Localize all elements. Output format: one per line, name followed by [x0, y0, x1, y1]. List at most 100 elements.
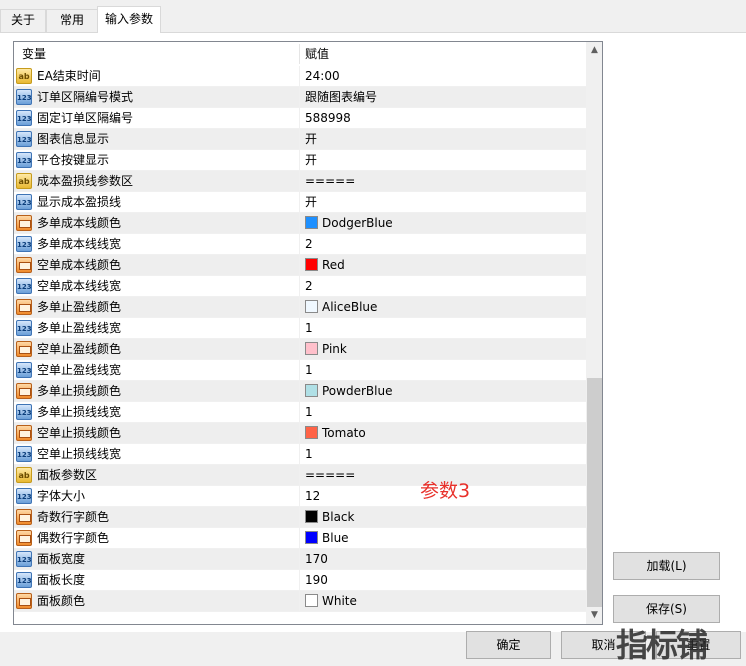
- ok-button[interactable]: 确定: [466, 631, 551, 659]
- value-cell[interactable]: Tomato: [305, 423, 366, 444]
- value-cell[interactable]: 开: [305, 150, 317, 171]
- color-swatch: [305, 384, 318, 397]
- value-cell[interactable]: AliceBlue: [305, 297, 377, 318]
- value-text: 170: [305, 552, 328, 566]
- table-row[interactable]: 123 多单止盈线线宽 1: [14, 318, 586, 339]
- value-cell[interactable]: 跟随图表编号: [305, 87, 377, 108]
- integer-type-icon: 123: [16, 131, 32, 147]
- scroll-thumb[interactable]: [587, 378, 602, 607]
- tab-common[interactable]: 常用: [46, 9, 98, 32]
- variable-cell: 偶数行字颜色: [14, 528, 300, 549]
- value-cell[interactable]: =====: [305, 465, 355, 486]
- value-cell[interactable]: =====: [305, 171, 355, 192]
- table-row[interactable]: 空单成本线颜色 Red: [14, 255, 586, 276]
- value-cell[interactable]: Black: [305, 507, 354, 528]
- save-button[interactable]: 保存(S): [613, 595, 720, 623]
- table-row[interactable]: 123 空单止盈线线宽 1: [14, 360, 586, 381]
- column-header-value[interactable]: 赋值: [305, 42, 329, 66]
- annotation-label: 参数3: [420, 480, 471, 502]
- table-row[interactable]: 123 显示成本盈损线 开: [14, 192, 586, 213]
- table-row[interactable]: 奇数行字颜色 Black: [14, 507, 586, 528]
- table-row[interactable]: 123 图表信息显示 开: [14, 129, 586, 150]
- variable-name: 固定订单区隔编号: [37, 111, 134, 125]
- column-separator: [299, 44, 300, 64]
- value-cell[interactable]: 24:00: [305, 66, 340, 87]
- value-text: 跟随图表编号: [305, 90, 378, 104]
- variable-cell: 123 多单止盈线线宽: [14, 318, 300, 339]
- value-cell[interactable]: 2: [305, 234, 313, 255]
- table-row[interactable]: ab 成本盈损线参数区 =====: [14, 171, 586, 192]
- table-row[interactable]: 空单止盈线颜色 Pink: [14, 339, 586, 360]
- table-row[interactable]: 123 多单止损线线宽 1: [14, 402, 586, 423]
- table-row[interactable]: 面板颜色 White: [14, 591, 586, 612]
- table-row[interactable]: 123 固定订单区隔编号 588998: [14, 108, 586, 129]
- value-cell[interactable]: 1: [305, 444, 313, 465]
- variable-cell: 奇数行字颜色: [14, 507, 300, 528]
- table-row[interactable]: 123 平仓按键显示 开: [14, 150, 586, 171]
- column-header-variable[interactable]: 变量: [22, 42, 46, 66]
- table-row[interactable]: 123 空单止损线线宽 1: [14, 444, 586, 465]
- table-row[interactable]: 123 面板宽度 170: [14, 549, 586, 570]
- value-cell[interactable]: 190: [305, 570, 328, 591]
- integer-type-icon: 123: [16, 488, 32, 504]
- variable-name: 显示成本盈损线: [37, 195, 122, 209]
- variable-cell: ab 成本盈损线参数区: [14, 171, 300, 192]
- integer-type-icon: 123: [16, 404, 32, 420]
- value-cell[interactable]: Red: [305, 255, 345, 276]
- value-cell[interactable]: PowderBlue: [305, 381, 392, 402]
- table-row[interactable]: 空单止损线颜色 Tomato: [14, 423, 586, 444]
- string-type-icon: ab: [16, 467, 32, 483]
- table-row[interactable]: 多单止盈线颜色 AliceBlue: [14, 297, 586, 318]
- value-cell[interactable]: 12: [305, 486, 320, 507]
- value-cell[interactable]: White: [305, 591, 357, 612]
- table-row[interactable]: 123 空单成本线线宽 2: [14, 276, 586, 297]
- variable-name: 字体大小: [37, 489, 86, 503]
- value-cell[interactable]: 1: [305, 360, 313, 381]
- scroll-up-arrow-icon[interactable]: ▲: [586, 42, 602, 59]
- variable-cell: 123 平仓按键显示: [14, 150, 300, 171]
- table-row[interactable]: 123 字体大小 12: [14, 486, 586, 507]
- variable-cell: 123 图表信息显示: [14, 129, 300, 150]
- color-type-icon: [16, 215, 32, 231]
- scroll-down-arrow-icon[interactable]: ▼: [586, 607, 602, 624]
- value-cell[interactable]: 588998: [305, 108, 351, 129]
- value-text: =====: [305, 174, 356, 188]
- value-cell[interactable]: 1: [305, 402, 313, 423]
- table-row[interactable]: ab EA结束时间 24:00: [14, 66, 586, 87]
- table-row[interactable]: 123 面板长度 190: [14, 570, 586, 591]
- load-button[interactable]: 加载(L): [613, 552, 720, 580]
- table-row[interactable]: 多单止损线颜色 PowderBlue: [14, 381, 586, 402]
- value-cell[interactable]: Blue: [305, 528, 349, 549]
- vertical-scrollbar[interactable]: ▲ ▼: [586, 42, 602, 624]
- parameter-grid: 变量 赋值 ab EA结束时间 24:00 123 订单区隔编号模式 跟随图表编号 123 固…: [13, 41, 603, 625]
- integer-type-icon: 123: [16, 89, 32, 105]
- color-type-icon: [16, 593, 32, 609]
- value-cell[interactable]: 170: [305, 549, 328, 570]
- table-row[interactable]: 偶数行字颜色 Blue: [14, 528, 586, 549]
- integer-type-icon: 123: [16, 152, 32, 168]
- integer-type-icon: 123: [16, 236, 32, 252]
- table-row[interactable]: ab 面板参数区 =====: [14, 465, 586, 486]
- value-cell[interactable]: DodgerBlue: [305, 213, 393, 234]
- tab-about[interactable]: 关于: [0, 9, 46, 32]
- value-cell[interactable]: 开: [305, 192, 317, 213]
- table-row[interactable]: 123 订单区隔编号模式 跟随图表编号: [14, 87, 586, 108]
- variable-name: 成本盈损线参数区: [37, 174, 134, 188]
- value-cell[interactable]: 2: [305, 276, 313, 297]
- color-swatch: [305, 342, 318, 355]
- string-type-icon: ab: [16, 173, 32, 189]
- variable-name: 面板颜色: [37, 594, 86, 608]
- variable-name: 面板参数区: [37, 468, 98, 482]
- tab-input-params[interactable]: 输入参数: [97, 6, 161, 33]
- table-row[interactable]: 123 多单成本线线宽 2: [14, 234, 586, 255]
- value-cell[interactable]: 1: [305, 318, 313, 339]
- variable-cell: 123 订单区隔编号模式: [14, 87, 300, 108]
- variable-cell: ab 面板参数区: [14, 465, 300, 486]
- value-cell[interactable]: 开: [305, 129, 317, 150]
- variable-name: 空单止损线线宽: [37, 447, 122, 461]
- value-text: 开: [305, 195, 318, 209]
- table-row[interactable]: 多单成本线颜色 DodgerBlue: [14, 213, 586, 234]
- value-cell[interactable]: Pink: [305, 339, 347, 360]
- variable-name: 偶数行字颜色: [37, 531, 110, 545]
- value-text: Black: [322, 510, 355, 524]
